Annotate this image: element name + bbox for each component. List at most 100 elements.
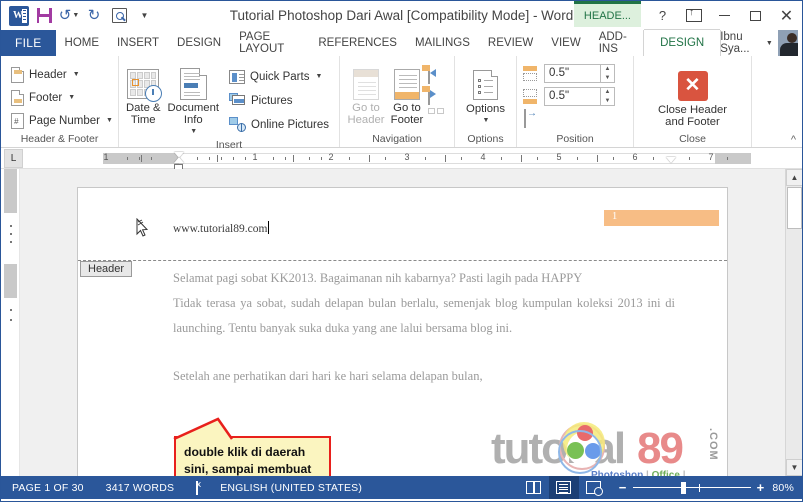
- vertical-ruler[interactable]: [1, 169, 20, 476]
- ribbon-display-options-icon[interactable]: [678, 3, 709, 29]
- word-count[interactable]: 3417 WORDS: [95, 482, 186, 494]
- go-to-footer-label: Go to Footer: [390, 102, 424, 126]
- page-number-button[interactable]: # Page Number ▼: [7, 109, 117, 132]
- zoom-in-button[interactable]: +: [757, 480, 765, 495]
- redo-icon[interactable]: ↻: [82, 5, 106, 27]
- web-layout-view-button[interactable]: [579, 476, 609, 499]
- word-logo-icon[interactable]: W: [7, 5, 31, 27]
- tab-view[interactable]: VIEW: [542, 30, 589, 56]
- user-account-area[interactable]: Ibnu Sya... ▼: [720, 30, 802, 56]
- print-layout-view-button[interactable]: [548, 476, 579, 499]
- document-info-button[interactable]: Document Info ▼: [168, 64, 219, 138]
- footer-from-bottom-stepper[interactable]: 0.5" ▲ ▼: [544, 87, 615, 106]
- link-to-previous-button[interactable]: [428, 108, 444, 114]
- help-icon[interactable]: ?: [647, 3, 678, 29]
- online-pictures-icon: [229, 117, 247, 132]
- footer-button[interactable]: Footer ▼: [7, 86, 79, 109]
- header-page-number-highlight[interactable]: 1: [604, 210, 719, 226]
- footer-from-bottom-arrows[interactable]: ▲ ▼: [601, 87, 615, 106]
- vertical-scrollbar[interactable]: ▲ ▼: [785, 169, 802, 476]
- close-window-button[interactable]: ✕: [771, 3, 802, 29]
- tab-references[interactable]: REFERENCES: [309, 30, 406, 56]
- previous-section-button[interactable]: [422, 65, 444, 84]
- tab-design[interactable]: DESIGN: [168, 30, 230, 56]
- chevron-down-icon[interactable]: ▼: [190, 126, 197, 138]
- ruler-number: 2: [328, 151, 334, 162]
- online-pictures-button[interactable]: Online Pictures: [225, 113, 333, 136]
- header-text-value: www.tutorial89.com: [173, 223, 268, 235]
- chevron-down-icon[interactable]: ▼: [315, 73, 322, 80]
- page-header-region[interactable]: www.tutorial89.com 1: [78, 188, 727, 260]
- zoom-thumb[interactable]: [680, 481, 686, 494]
- tab-mailings[interactable]: MAILINGS: [406, 30, 479, 56]
- tab-insert[interactable]: INSERT: [108, 30, 168, 56]
- pictures-label: Pictures: [251, 94, 293, 107]
- horizontal-ruler[interactable]: 1 1 2 3 4 5 6 7: [27, 149, 794, 170]
- tab-review[interactable]: REVIEW: [479, 30, 542, 56]
- header-text[interactable]: www.tutorial89.com: [173, 221, 270, 235]
- header-from-top-stepper[interactable]: 0.5" ▲ ▼: [544, 64, 615, 83]
- chevron-down-icon[interactable]: ▼: [73, 71, 80, 78]
- right-indent-marker[interactable]: [666, 156, 676, 163]
- chevron-down-icon[interactable]: ▼: [106, 117, 113, 124]
- scroll-up-button[interactable]: ▲: [786, 169, 802, 186]
- tab-page-layout[interactable]: PAGE LAYOUT: [230, 30, 309, 56]
- proofing-errors-icon[interactable]: [185, 480, 209, 495]
- header-from-top-input[interactable]: 0.5": [544, 64, 601, 83]
- next-section-button[interactable]: [422, 86, 444, 105]
- language-indicator[interactable]: ENGLISH (UNITED STATES): [209, 482, 373, 494]
- horizontal-ruler-bar: L 1 1 2 3 4 5 6 7: [1, 148, 802, 170]
- ribbon-group-insert: Date & Time Document Info ▼ Quick Parts …: [119, 56, 340, 151]
- user-dropdown-icon[interactable]: ▼: [766, 40, 773, 47]
- ribbon-group-header-footer: Header ▼ Footer ▼ # Page Number ▼ Header…: [1, 56, 119, 147]
- tab-stop-selector[interactable]: L: [4, 148, 23, 168]
- zoom-slider[interactable]: − +: [619, 480, 765, 495]
- date-and-time-button[interactable]: Date & Time: [125, 64, 163, 126]
- document-scroll-area: www.tutorial89.com 1 Header Selamat pagi…: [20, 169, 802, 476]
- tab-home[interactable]: HOME: [56, 30, 109, 56]
- ribbon-group-position: 0.5" ▲▼ 0.5" ▲▼ Position: [517, 56, 634, 147]
- scrollbar-thumb[interactable]: [787, 187, 802, 229]
- undo-icon[interactable]: ↺ ▼: [57, 5, 81, 27]
- print-preview-icon[interactable]: [107, 5, 131, 27]
- zoom-track[interactable]: [632, 481, 751, 494]
- chevron-down-icon[interactable]: ▼: [483, 115, 490, 127]
- group-title-header-footer: Header & Footer: [20, 133, 99, 145]
- options-label: Options: [466, 103, 505, 115]
- read-mode-view-button[interactable]: [519, 476, 549, 499]
- tab-file[interactable]: FILE: [1, 30, 56, 56]
- close-icon: ✕: [677, 68, 708, 104]
- close-header-and-footer-button[interactable]: ✕ Close Header and Footer: [643, 66, 743, 128]
- go-to-footer-button[interactable]: Go to Footer: [387, 64, 427, 126]
- document-body-text[interactable]: Selamat pagi sobat KK2013. Bagaimanan ni…: [173, 266, 675, 389]
- page-info[interactable]: PAGE 1 OF 30: [1, 482, 95, 494]
- quick-parts-icon: [229, 69, 246, 84]
- zoom-out-button[interactable]: −: [619, 480, 627, 495]
- hanging-indent-marker[interactable]: [174, 156, 184, 163]
- header-from-top-arrows[interactable]: ▲ ▼: [601, 64, 615, 83]
- tab-header-footer-design[interactable]: DESIGN: [644, 30, 721, 56]
- save-icon[interactable]: [32, 5, 56, 27]
- avatar[interactable]: [777, 30, 798, 56]
- customize-qat-icon[interactable]: ▼: [132, 5, 156, 27]
- options-button[interactable]: Options ▼: [461, 65, 510, 127]
- collapse-ribbon-button[interactable]: ^: [791, 134, 796, 146]
- scroll-down-button[interactable]: ▼: [786, 459, 802, 476]
- watermark-tagline: Photoshop | Office | Internet: [591, 470, 719, 476]
- insert-alignment-tab-button[interactable]: [524, 109, 526, 128]
- chevron-down-icon[interactable]: ▼: [68, 94, 75, 101]
- watermark-com-text: .COM: [707, 428, 719, 461]
- maximize-restore-button[interactable]: [740, 3, 771, 29]
- tab-add-ins[interactable]: ADD-INS: [590, 30, 644, 56]
- zoom-level-label[interactable]: 80%: [772, 482, 794, 494]
- header-button[interactable]: Header ▼: [7, 63, 84, 86]
- quick-parts-button[interactable]: Quick Parts ▼: [225, 65, 333, 88]
- footer-from-bottom-input[interactable]: 0.5": [544, 87, 601, 106]
- pictures-button[interactable]: Pictures: [225, 89, 333, 112]
- next-icon: [422, 86, 436, 105]
- minimize-button[interactable]: [709, 3, 740, 29]
- watermark-main-text: tutorial: [491, 424, 626, 473]
- mouse-pointer-icon: [136, 218, 149, 237]
- header-from-top-row: 0.5" ▲ ▼: [523, 63, 615, 84]
- go-to-header-button[interactable]: Go to Header: [346, 64, 386, 126]
